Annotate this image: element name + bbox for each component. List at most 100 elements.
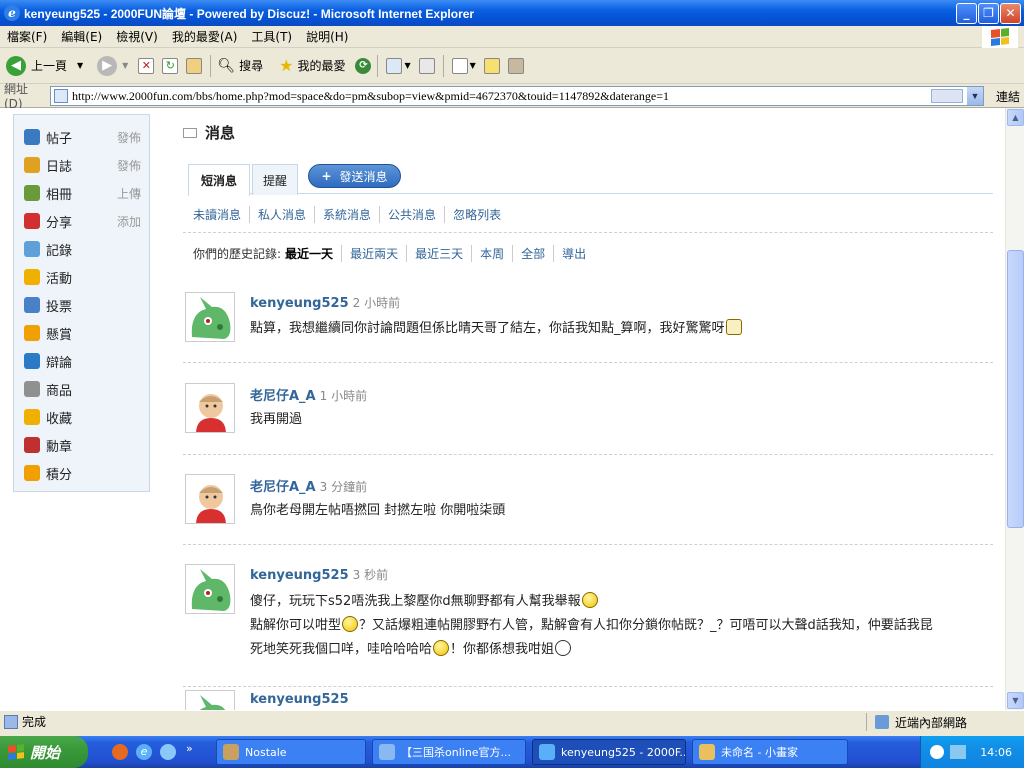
history-1-day[interactable]: 最近一天 <box>285 245 341 262</box>
sidebar-item[interactable]: 分享 添加 <box>24 211 144 231</box>
chevron-down-icon[interactable]: ▼ <box>404 61 410 70</box>
sidebar-item[interactable]: 辯論 <box>24 351 144 371</box>
filter-ignore-list[interactable]: 忽略列表 <box>444 206 509 223</box>
menu-tools[interactable]: 工具(T) <box>244 28 299 45</box>
filter-private[interactable]: 私人消息 <box>249 206 314 223</box>
refresh-icon[interactable]: ↻ <box>162 57 179 74</box>
filter-unread[interactable]: 未讀消息 <box>193 206 249 223</box>
tab-short-messages[interactable]: 短消息 <box>188 164 250 196</box>
taskbar-item-browser[interactable]: kenyeung525 - 2000F... <box>532 739 686 765</box>
sidebar-item[interactable]: 記錄 <box>24 239 144 259</box>
sidebar-item-label: 收藏 <box>46 411 73 427</box>
ie-icon[interactable]: e <box>136 744 152 760</box>
page-done-icon <box>4 714 18 729</box>
message-author[interactable]: kenyeung525 <box>250 568 349 583</box>
tray-arrow-icon[interactable] <box>930 745 945 759</box>
message-header: 老尼仔A_A 1 小時前 <box>250 385 367 404</box>
status-bar: 完成 近端內部網路 <box>0 710 1024 732</box>
forward-button[interactable]: ▶ ▼ <box>97 52 128 80</box>
sidebar-item[interactable]: 日誌 發佈 <box>24 155 144 175</box>
sidebar-item[interactable]: 投票 <box>24 295 144 315</box>
sidebar-item-label: 日誌 <box>46 159 73 175</box>
message-author[interactable]: 老尼仔A_A <box>250 389 316 404</box>
sidebar-item-label: 記錄 <box>46 243 73 259</box>
compat-icon[interactable] <box>931 89 963 103</box>
start-button[interactable]: 開始 <box>0 736 88 768</box>
scroll-up-icon[interactable]: ▲ <box>1007 109 1024 126</box>
window-titlebar: e kenyeung525 - 2000FUN論壇 - Powered by D… <box>0 0 1024 26</box>
sidebar-item[interactable]: 活動 <box>24 267 144 287</box>
firefox-icon[interactable] <box>112 744 128 760</box>
back-button[interactable]: ◀ 上一頁 ▼ <box>6 52 83 80</box>
avatar[interactable] <box>185 474 235 524</box>
tab-notifications[interactable]: 提醒 <box>252 164 298 195</box>
sidebar-item-action[interactable]: 上傳 <box>117 185 141 202</box>
page-title-text: 消息 <box>205 124 236 142</box>
history-3-days[interactable]: 最近三天 <box>406 245 471 262</box>
scroll-thumb[interactable] <box>1007 250 1024 528</box>
menu-favorites[interactable]: 我的最愛(A) <box>165 28 245 45</box>
menu-view[interactable]: 檢視(V) <box>109 28 165 45</box>
chevron-down-icon[interactable]: ▼ <box>967 87 983 105</box>
sidebar-item[interactable]: 相冊 上傳 <box>24 183 144 203</box>
avatar[interactable] <box>185 292 235 342</box>
history-this-week[interactable]: 本周 <box>471 245 512 262</box>
sidebar-item[interactable]: 商品 <box>24 379 144 399</box>
links-label[interactable]: 連結 <box>996 88 1020 105</box>
sidebar-item[interactable]: 勳章 <box>24 435 144 455</box>
maximize-button[interactable]: ❐ <box>978 3 999 24</box>
chevron-down-icon[interactable]: ▼ <box>470 61 476 70</box>
taskbar-item-nostale[interactable]: Nostale <box>216 739 366 765</box>
sidebar-item[interactable]: 帖子 發佈 <box>24 127 144 147</box>
send-message-button[interactable]: + 發送消息 <box>308 164 401 188</box>
scroll-down-icon[interactable]: ▼ <box>1007 692 1024 709</box>
note-icon[interactable] <box>483 57 500 74</box>
search-button[interactable]: 🔍︎ 搜尋 <box>217 52 263 80</box>
avatar[interactable] <box>185 690 235 710</box>
avatar[interactable] <box>185 383 235 433</box>
back-label: 上一頁 <box>31 59 68 73</box>
history-all[interactable]: 全部 <box>512 245 553 262</box>
history-range: 你們的歷史記錄: 最近一天 最近兩天 最近三天 本周 全部 導出 <box>193 245 594 262</box>
network-icon[interactable] <box>950 745 967 759</box>
message-time: 3 分鐘前 <box>319 480 368 494</box>
home-icon[interactable] <box>186 57 203 74</box>
menu-help[interactable]: 說明(H) <box>299 28 355 45</box>
goods-icon <box>24 381 40 397</box>
message-author[interactable]: kenyeung525 <box>250 692 349 707</box>
stop-icon[interactable]: ✕ <box>138 57 155 74</box>
chevron-right-icon[interactable]: » <box>186 742 193 755</box>
sidebar-item-action[interactable]: 添加 <box>117 213 141 230</box>
quicklaunch-icon[interactable] <box>160 744 176 760</box>
avatar[interactable] <box>185 564 235 614</box>
edit-icon[interactable] <box>451 57 468 74</box>
sidebar-item[interactable]: 收藏 <box>24 407 144 427</box>
windows-logo-icon <box>982 26 1018 48</box>
sidebar-item[interactable]: 積分 <box>24 463 144 483</box>
minimize-button[interactable]: _ <box>956 3 977 24</box>
menu-edit[interactable]: 編輯(E) <box>54 28 109 45</box>
address-input[interactable]: http://www.2000fun.com/bbs/home.php?mod=… <box>50 86 984 106</box>
research-icon[interactable] <box>507 57 524 74</box>
message-author[interactable]: kenyeung525 <box>250 296 349 311</box>
close-button[interactable]: ✕ <box>1000 3 1021 24</box>
divider <box>183 544 993 545</box>
print-icon[interactable] <box>418 57 435 74</box>
vertical-scrollbar[interactable]: ▲ ▼ <box>1005 108 1024 710</box>
mail-icon[interactable] <box>386 57 403 74</box>
message-author[interactable]: 老尼仔A_A <box>250 480 316 495</box>
sidebar-item-action[interactable]: 發佈 <box>117 129 141 146</box>
history-2-days[interactable]: 最近兩天 <box>341 245 406 262</box>
sidebar-item-label: 懸賞 <box>46 327 73 343</box>
taskbar-item-paint[interactable]: 未命名 - 小畫家 <box>692 739 848 765</box>
menu-file[interactable]: 檔案(F) <box>0 28 54 45</box>
taskbar-item-label: Nostale <box>245 745 287 759</box>
filter-public[interactable]: 公共消息 <box>379 206 444 223</box>
favorites-button[interactable]: ★ 我的最愛 <box>279 52 345 80</box>
sidebar-item[interactable]: 懸賞 <box>24 323 144 343</box>
taskbar-item-sanguosha[interactable]: 【三国杀online官方... <box>372 739 526 765</box>
sidebar-item-action[interactable]: 發佈 <box>117 157 141 174</box>
filter-system[interactable]: 系統消息 <box>314 206 379 223</box>
history-export[interactable]: 導出 <box>553 245 594 262</box>
history-icon[interactable]: ⟳ <box>355 57 372 74</box>
